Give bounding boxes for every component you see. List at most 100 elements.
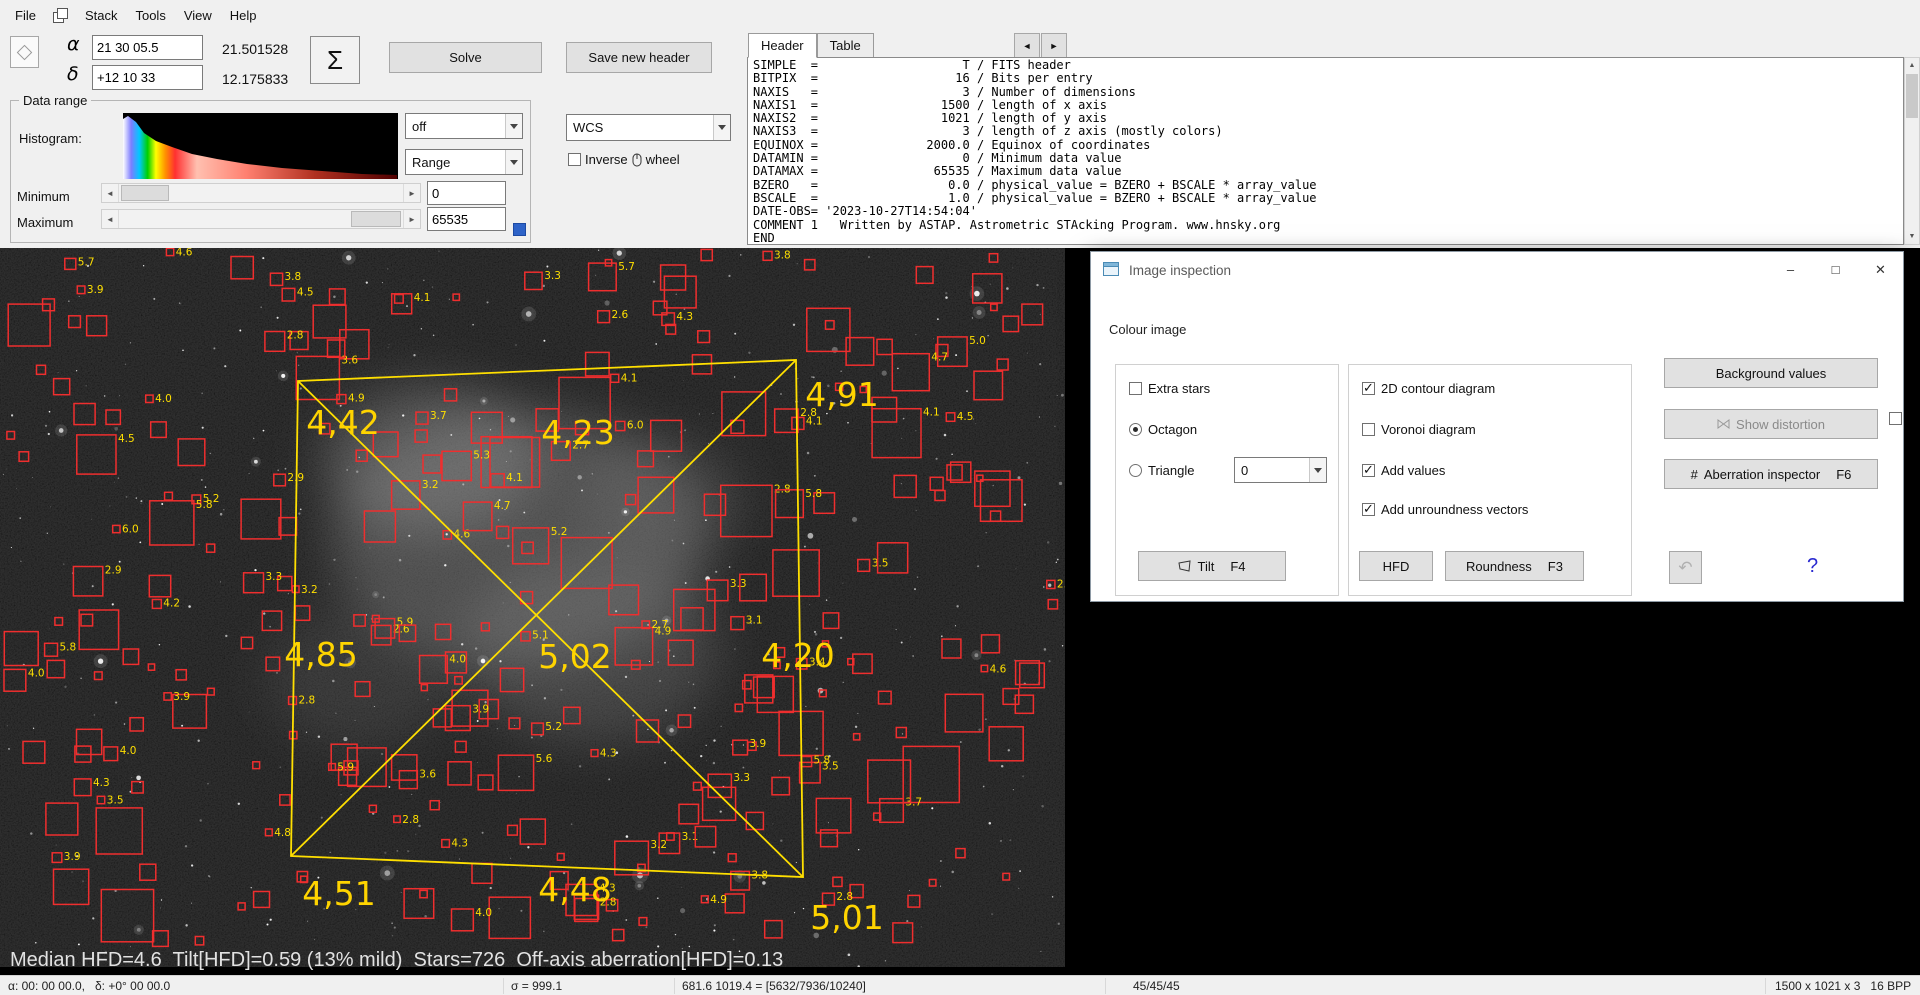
wcs-select[interactable]: WCS [566,114,731,141]
range-select[interactable]: Range [405,149,523,175]
svg-text:4.0: 4.0 [449,654,466,666]
minimum-value-input[interactable] [427,181,506,205]
extra-stars-checkbox[interactable] [1129,382,1142,395]
maximum-value-input[interactable] [427,207,506,231]
hfd-button[interactable]: HFD [1359,551,1433,581]
inverse-wheel-checkbox-row[interactable]: Inverse wheel [568,152,680,167]
unroundness-row[interactable]: Add unroundness vectors [1362,501,1528,517]
add-values-checkbox[interactable] [1362,462,1375,478]
status-bar: α: 00: 00 00.0, δ: +0° 00 00.0 σ = 999.1… [0,975,1920,995]
maximum-scrollbar[interactable]: ◄ ► [101,209,421,229]
octagon-radio[interactable] [1129,423,1142,436]
chevron-down-icon[interactable] [505,114,522,138]
menu-file[interactable]: File [6,3,45,28]
chevron-down-icon[interactable] [713,115,730,140]
help-link[interactable]: ? [1807,555,1818,578]
contour-checkbox[interactable] [1362,380,1375,396]
svg-text:5.8: 5.8 [60,641,77,653]
triangle-row[interactable]: Triangle [1129,463,1194,478]
svg-text:4,48: 4,48 [538,870,611,909]
svg-text:4,91: 4,91 [805,375,878,414]
stack-pages-icon[interactable] [52,7,68,23]
roundness-button[interactable]: Roundness F3 [1445,551,1584,581]
svg-text:6.0: 6.0 [627,419,644,431]
svg-text:3.2: 3.2 [422,479,439,491]
tab-table[interactable]: Table [816,33,874,58]
unroundness-checkbox[interactable] [1362,501,1375,517]
svg-text:4.1: 4.1 [621,372,638,384]
aberration-inspector-button[interactable]: # Aberration inspector F6 [1664,459,1878,489]
chevron-down-icon[interactable] [505,150,522,174]
maximum-scroll-thumb[interactable] [351,211,401,227]
svg-text:5.2: 5.2 [551,526,568,538]
solve-button[interactable]: Solve [389,42,542,73]
show-distortion-button[interactable]: Show distortion [1664,409,1878,439]
minimum-scrollbar[interactable]: ◄ ► [101,183,421,203]
scroll-right-icon[interactable]: ► [403,184,420,202]
distortion-checkbox[interactable] [1889,412,1902,425]
dialog-titlebar[interactable]: Image inspection – □ ✕ [1091,252,1903,288]
triangle-radio[interactable] [1129,464,1142,477]
header-next-button[interactable]: ► [1041,33,1067,58]
tab-header[interactable]: Header [748,33,817,58]
triangle-count-select[interactable]: 0 [1234,457,1327,483]
undo-button[interactable]: ↶ [1669,551,1702,584]
voronoi-checkbox[interactable] [1362,423,1375,436]
svg-text:2.8: 2.8 [287,330,304,342]
histogram-plot[interactable] [123,113,398,179]
ra-input[interactable] [92,35,203,60]
chevron-down-icon[interactable] [1309,458,1326,482]
svg-text:4.7: 4.7 [931,352,948,364]
triangle-count-value: 0 [1241,462,1249,478]
scroll-up-icon[interactable]: ▲ [1905,58,1919,73]
voronoi-row[interactable]: Voronoi diagram [1362,422,1476,437]
svg-text:2.9: 2.9 [105,565,122,577]
svg-text:3.1: 3.1 [746,615,763,627]
fits-header-scrollbar[interactable]: ▲ ▼ [1904,57,1920,245]
menu-view[interactable]: View [175,3,221,28]
navigation-button[interactable] [10,36,39,68]
stretch-select-value: off [412,118,427,134]
svg-text:3.2: 3.2 [650,839,667,851]
tilt-button[interactable]: Tilt F4 [1138,551,1286,581]
range-select-value: Range [412,154,451,170]
header-prev-button[interactable]: ◄ [1014,33,1040,58]
scroll-left-icon[interactable]: ◄ [102,184,119,202]
menu-stack[interactable]: Stack [76,3,127,28]
wcs-select-value: WCS [573,120,604,135]
background-values-button[interactable]: Background values [1664,358,1878,388]
add-values-row[interactable]: Add values [1362,462,1445,478]
status-divider [503,978,504,994]
svg-text:6.0: 6.0 [122,523,139,535]
aberration-inspector-shortcut: F6 [1836,466,1852,482]
status-sigma: σ = 999.1 [511,979,563,993]
svg-text:5.2: 5.2 [545,721,562,733]
contour-row[interactable]: 2D contour diagram [1362,380,1496,396]
inverse-wheel-checkbox[interactable] [568,153,581,166]
stretch-select[interactable]: off [405,113,523,139]
svg-text:3.3: 3.3 [266,571,283,583]
minimum-scroll-thumb[interactable] [121,185,169,201]
menu-tools[interactable]: Tools [126,3,174,28]
data-range-title: Data range [19,93,92,108]
extra-stars-row[interactable]: Extra stars [1129,381,1210,396]
minimize-button[interactable]: – [1768,252,1813,287]
scroll-right-icon[interactable]: ► [403,210,420,228]
svg-text:4.0: 4.0 [155,393,172,405]
close-icon[interactable]: ✕ [1858,252,1903,287]
ra-decimal-value: 21.501528 [222,41,289,57]
save-new-header-button[interactable]: Save new header [566,42,712,73]
fits-header-panel[interactable]: SIMPLE = T / FITS header BITPIX = 16 / B… [747,57,1904,245]
sigma-button[interactable]: Σ [310,36,360,84]
menu-help[interactable]: Help [221,3,266,28]
hfd-status-line: Median HFD=4.6 Tilt[HFD]=0.59 (13% mild)… [10,949,784,971]
dec-input[interactable] [92,65,203,90]
scroll-down-icon[interactable]: ▼ [1905,229,1919,244]
maximize-button[interactable]: □ [1813,252,1858,287]
octagon-row[interactable]: Octagon [1129,422,1197,437]
scroll-left-icon[interactable]: ◄ [102,210,119,228]
starfield-image[interactable]: 4.94.66.04.13.75.04.92.73.53.14.14.64.05… [0,248,1065,967]
blue-marker[interactable] [513,223,526,236]
contour-label: 2D contour diagram [1381,381,1496,396]
fits-scroll-thumb[interactable] [1906,74,1918,118]
